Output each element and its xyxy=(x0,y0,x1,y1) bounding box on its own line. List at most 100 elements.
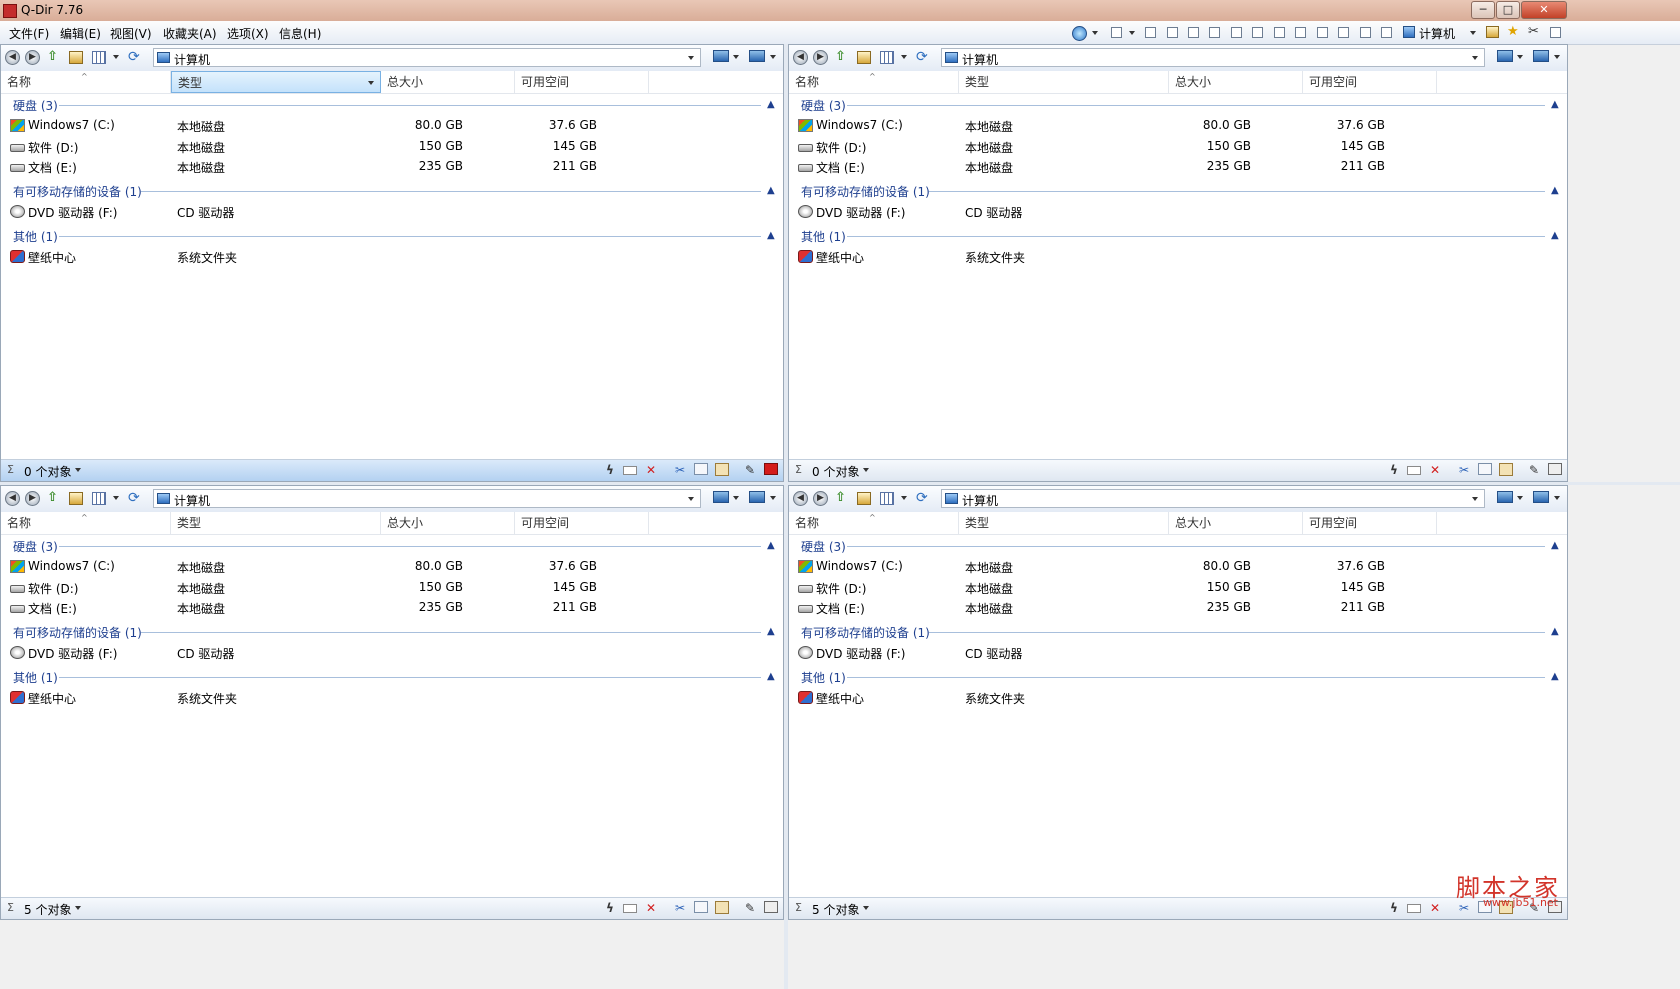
properties-icon[interactable] xyxy=(764,901,778,913)
group-header[interactable]: 其他 (1) ▲ xyxy=(1,667,783,687)
group-header[interactable]: 其他 (1) ▲ xyxy=(789,226,1567,246)
back-icon[interactable]: ◀ xyxy=(5,491,20,506)
properties-icon[interactable] xyxy=(1548,463,1562,475)
back-icon[interactable]: ◀ xyxy=(5,50,20,65)
address-bar[interactable]: 计算机 xyxy=(941,489,1485,508)
cut-icon[interactable]: ✂ xyxy=(1457,901,1471,915)
column-name[interactable]: ^ 名称 xyxy=(789,512,959,534)
collapse-icon[interactable]: ▲ xyxy=(767,626,775,637)
menu-edit[interactable]: 编辑(E) xyxy=(60,25,101,42)
refresh-icon[interactable]: ⟳ xyxy=(128,50,142,64)
layout-quad-icon[interactable] xyxy=(1111,27,1122,38)
view-mode-icon[interactable] xyxy=(880,51,894,64)
chevron-down-icon[interactable] xyxy=(863,468,869,472)
chevron-down-icon[interactable] xyxy=(770,496,776,500)
paste-icon[interactable] xyxy=(715,463,729,476)
group-header[interactable]: 硬盘 (3) ▲ xyxy=(789,95,1567,115)
rename-icon[interactable]: ✎ xyxy=(1527,463,1541,477)
folder-icon[interactable] xyxy=(1486,26,1499,38)
star-icon[interactable]: ★ xyxy=(1507,24,1519,39)
group-header[interactable]: 硬盘 (3) ▲ xyxy=(1,536,783,556)
chevron-down-icon[interactable] xyxy=(1092,31,1098,35)
layout-8-icon[interactable] xyxy=(1295,27,1306,38)
forward-icon[interactable]: ▶ xyxy=(25,50,40,65)
tools-icon[interactable]: ✂ xyxy=(1528,24,1539,39)
column-type[interactable]: 类型 xyxy=(959,71,1169,93)
column-total-size[interactable]: 总大小 xyxy=(1169,512,1303,534)
desktop-icon[interactable] xyxy=(1497,50,1513,62)
layout-4-icon[interactable] xyxy=(1209,27,1220,38)
menu-options[interactable]: 选项(X) xyxy=(227,25,269,42)
refresh-icon[interactable]: ⟳ xyxy=(916,50,930,64)
list-item[interactable]: DVD 驱动器 (F:) CD 驱动器 xyxy=(1,643,783,663)
list-item[interactable]: 软件 (D:) 本地磁盘 150 GB 145 GB xyxy=(789,578,1567,598)
list-item[interactable]: DVD 驱动器 (F:) CD 驱动器 xyxy=(789,202,1567,222)
folder-icon[interactable] xyxy=(69,492,83,505)
chevron-down-icon[interactable] xyxy=(75,906,81,910)
minimize-button[interactable]: ─ xyxy=(1471,1,1495,19)
group-header[interactable]: 有可移动存储的设备 (1) ▲ xyxy=(789,622,1567,642)
group-header[interactable]: 有可移动存储的设备 (1) ▲ xyxy=(789,181,1567,201)
copy-icon[interactable] xyxy=(694,463,708,475)
view-mode-icon[interactable] xyxy=(92,51,106,64)
rename-icon[interactable]: ✎ xyxy=(743,463,757,477)
layout-2-icon[interactable] xyxy=(1167,27,1178,38)
chevron-down-icon[interactable] xyxy=(1472,497,1478,501)
chevron-down-icon[interactable] xyxy=(1554,55,1560,59)
copy-icon[interactable] xyxy=(1478,463,1492,475)
column-type[interactable]: 类型 xyxy=(171,512,381,534)
chevron-down-icon[interactable] xyxy=(1517,496,1523,500)
list-item[interactable]: 壁纸中心 系统文件夹 xyxy=(789,688,1567,708)
list-item[interactable]: Windows7 (C:) 本地磁盘 80.0 GB 37.6 GB xyxy=(789,116,1567,136)
collapse-icon[interactable]: ▲ xyxy=(767,185,775,196)
paste-icon[interactable] xyxy=(715,901,729,914)
delete-icon[interactable]: ✕ xyxy=(644,901,658,915)
menu-file[interactable]: 文件(F) xyxy=(9,25,49,42)
refresh-icon[interactable]: ⟳ xyxy=(128,491,142,505)
close-button[interactable]: ✕ xyxy=(1521,1,1567,19)
collapse-icon[interactable]: ▲ xyxy=(1551,230,1559,241)
group-header[interactable]: 硬盘 (3) ▲ xyxy=(789,536,1567,556)
computer-icon[interactable] xyxy=(1403,26,1415,38)
chevron-down-icon[interactable] xyxy=(770,55,776,59)
group-header[interactable]: 其他 (1) ▲ xyxy=(789,667,1567,687)
list-item[interactable]: 文档 (E:) 本地磁盘 235 GB 211 GB xyxy=(789,598,1567,618)
group-header[interactable]: 硬盘 (3) ▲ xyxy=(1,95,783,115)
list-item[interactable]: 壁纸中心 系统文件夹 xyxy=(789,247,1567,267)
network-icon[interactable] xyxy=(749,50,765,62)
globe-icon[interactable] xyxy=(1072,26,1087,41)
column-name[interactable]: ^ 名称 xyxy=(789,71,959,93)
chevron-down-icon[interactable] xyxy=(733,496,739,500)
maximize-button[interactable]: □ xyxy=(1496,1,1520,19)
chevron-down-icon[interactable] xyxy=(113,55,119,59)
up-folder-icon[interactable]: ⇧ xyxy=(47,50,61,64)
group-header[interactable]: 有可移动存储的设备 (1) ▲ xyxy=(1,622,783,642)
desktop-icon[interactable] xyxy=(713,491,729,503)
network-icon[interactable] xyxy=(749,491,765,503)
mail-icon[interactable] xyxy=(1407,904,1421,913)
delete-icon[interactable]: ✕ xyxy=(644,463,658,477)
chevron-down-icon[interactable] xyxy=(863,906,869,910)
list-item[interactable]: DVD 驱动器 (F:) CD 驱动器 xyxy=(1,202,783,222)
menu-info[interactable]: 信息(H) xyxy=(279,25,321,42)
up-folder-icon[interactable]: ⇧ xyxy=(47,491,61,505)
collapse-icon[interactable]: ▲ xyxy=(1551,626,1559,637)
lightning-icon[interactable]: ϟ xyxy=(1387,463,1401,477)
view-mode-icon[interactable] xyxy=(880,492,894,505)
delete-icon[interactable]: ✕ xyxy=(1428,901,1442,915)
up-folder-icon[interactable]: ⇧ xyxy=(835,491,849,505)
cut-icon[interactable]: ✂ xyxy=(673,463,687,477)
refresh-icon[interactable]: ⟳ xyxy=(916,491,930,505)
chevron-down-icon[interactable] xyxy=(688,497,694,501)
window-icon[interactable] xyxy=(1550,27,1561,38)
mail-icon[interactable] xyxy=(623,466,637,475)
chevron-down-icon[interactable] xyxy=(113,496,119,500)
forward-icon[interactable]: ▶ xyxy=(813,50,828,65)
list-item[interactable]: 文档 (E:) 本地磁盘 235 GB 211 GB xyxy=(1,157,783,177)
column-free-space[interactable]: 可用空间 xyxy=(515,71,649,93)
chevron-down-icon[interactable] xyxy=(733,55,739,59)
layout-11-icon[interactable] xyxy=(1360,27,1371,38)
cut-icon[interactable]: ✂ xyxy=(1457,463,1471,477)
list-item[interactable]: 软件 (D:) 本地磁盘 150 GB 145 GB xyxy=(1,578,783,598)
column-free-space[interactable]: 可用空间 xyxy=(1303,512,1437,534)
